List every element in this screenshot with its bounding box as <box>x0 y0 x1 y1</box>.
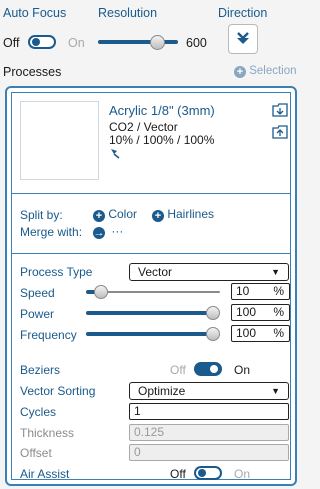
dropdown-arrow-icon: ▼ <box>271 267 280 277</box>
frequency-slider-handle[interactable] <box>206 327 220 341</box>
offset-input: 0 <box>129 444 289 461</box>
power-label: Power <box>20 307 55 321</box>
vector-sorting-select[interactable]: Optimize ▼ <box>129 382 289 400</box>
cycles-value: 1 <box>134 404 141 418</box>
frequency-input[interactable]: 100 % <box>231 325 290 342</box>
speed-input[interactable]: 10 % <box>231 283 290 300</box>
auto-focus-toggle[interactable] <box>28 35 56 49</box>
vector-sorting-value: Optimize <box>138 384 186 398</box>
arrow-right-icon: → <box>93 227 105 239</box>
speed-unit: % <box>273 284 284 298</box>
frequency-value: 100 <box>236 326 257 340</box>
process-card: Acrylic 1/8" (3mm) CO2 / Vector 10% / 10… <box>11 92 291 481</box>
split-by-label: Split by: <box>20 208 63 222</box>
auto-focus-off-label: Off <box>3 36 20 50</box>
add-selection-button[interactable]: + Selection <box>234 65 297 78</box>
beziers-on-label: On <box>234 363 251 377</box>
save-material-icon[interactable] <box>272 125 288 139</box>
processes-label: Processes <box>3 65 62 79</box>
power-value: 100 <box>236 305 257 319</box>
split-by-hairlines-button[interactable]: + Hairlines <box>152 207 214 222</box>
speed-slider-handle[interactable] <box>94 285 108 299</box>
offset-label: Offset <box>20 446 52 460</box>
vector-pen-icon <box>111 149 120 159</box>
plus-icon: + <box>234 66 246 78</box>
selection-label: Selection <box>249 65 297 77</box>
thickness-input: 0.125 <box>129 424 289 441</box>
offset-value: 0 <box>134 445 141 459</box>
speed-value: 10 <box>236 284 250 298</box>
load-material-icon[interactable] <box>272 103 288 117</box>
section-divider <box>12 193 290 194</box>
cycles-label: Cycles <box>20 405 57 419</box>
resolution-slider-track[interactable] <box>98 40 178 44</box>
process-type-select[interactable]: Vector ▼ <box>129 263 289 281</box>
material-mode: CO2 / Vector <box>109 120 178 134</box>
merge-with-label: Merge with: <box>20 225 83 239</box>
auto-focus-label: Auto Focus <box>3 6 67 20</box>
direction-label: Direction <box>218 6 268 20</box>
cycles-input[interactable]: 1 <box>129 403 289 420</box>
thickness-label: Thickness <box>20 426 75 440</box>
beziers-off-label: Off <box>170 363 186 377</box>
split-hairlines-label: Hairlines <box>167 207 215 221</box>
frequency-label: Frequency <box>20 328 77 342</box>
direction-button[interactable] <box>228 24 258 54</box>
merge-more: ··· <box>111 224 124 238</box>
plus-icon: + <box>93 210 105 222</box>
air-assist-on-label: On <box>234 467 251 481</box>
merge-with-button[interactable]: → ··· <box>93 224 123 239</box>
beziers-label: Beziers <box>20 363 61 377</box>
frequency-slider-track[interactable] <box>86 332 216 336</box>
resolution-slider-handle[interactable] <box>150 35 165 50</box>
material-name[interactable]: Acrylic 1/8" (3mm) <box>109 103 215 118</box>
toggle-knob <box>32 38 40 46</box>
processes-panel: Acrylic 1/8" (3mm) CO2 / Vector 10% / 10… <box>5 86 297 486</box>
thickness-value: 0.125 <box>134 425 165 439</box>
toggle-knob <box>198 469 206 477</box>
air-assist-off-label: Off <box>170 467 186 481</box>
resolution-label: Resolution <box>98 6 158 20</box>
speed-label: Speed <box>20 286 55 300</box>
power-slider-handle[interactable] <box>206 306 220 320</box>
split-by-color-button[interactable]: + Color <box>93 207 137 222</box>
power-slider-track[interactable] <box>86 311 216 315</box>
beziers-toggle[interactable] <box>194 362 222 376</box>
air-assist-toggle[interactable] <box>194 466 222 480</box>
process-type-value: Vector <box>138 265 173 279</box>
power-input[interactable]: 100 % <box>231 304 290 321</box>
auto-focus-on-label: On <box>68 36 85 50</box>
toggle-knob <box>210 365 218 373</box>
plus-icon: + <box>152 210 164 222</box>
air-assist-label: Air Assist <box>20 467 70 481</box>
frequency-unit: % <box>273 326 284 340</box>
dropdown-arrow-icon: ▼ <box>271 386 280 396</box>
arrow-down-icon <box>237 32 249 44</box>
material-thumbnail <box>20 101 99 180</box>
vector-sorting-label: Vector Sorting <box>20 384 96 398</box>
power-unit: % <box>273 305 284 319</box>
material-settings: 10% / 100% / 100% <box>109 133 215 147</box>
process-type-label: Process Type <box>20 265 93 279</box>
section-divider <box>12 253 290 254</box>
resolution-value: 600 <box>186 36 207 50</box>
split-color-label: Color <box>108 207 138 221</box>
